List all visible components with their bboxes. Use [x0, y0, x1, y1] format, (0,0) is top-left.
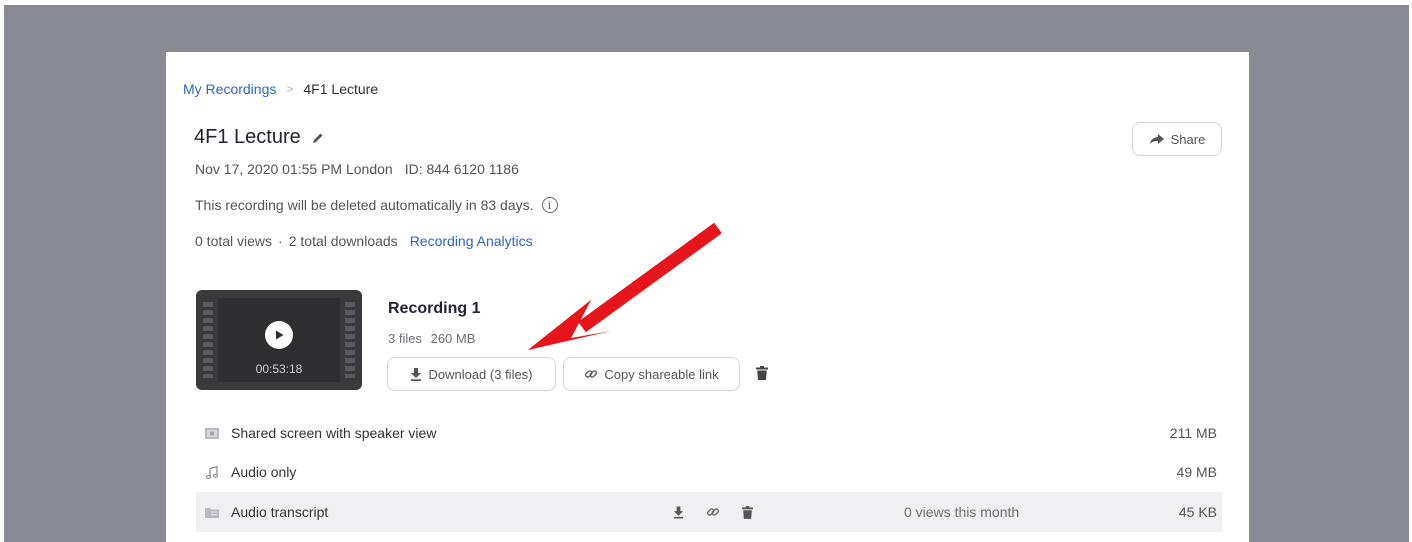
breadcrumb-current: 4F1 Lecture — [303, 81, 379, 97]
meeting-datetime: Nov 17, 2020 01:55 PM London — [195, 161, 393, 177]
file-size: 45 KB — [1178, 504, 1217, 520]
deletion-notice-text: This recording will be deleted automatic… — [195, 197, 534, 213]
trash-icon[interactable] — [756, 366, 768, 385]
breadcrumb: My Recordings > 4F1 Lecture — [183, 81, 378, 97]
breadcrumb-my-recordings[interactable]: My Recordings — [183, 81, 276, 97]
file-name: Audio transcript — [231, 504, 329, 520]
link-icon[interactable] — [706, 505, 720, 519]
link-icon — [585, 370, 598, 378]
total-downloads: 2 total downloads — [288, 233, 398, 249]
file-name: Shared screen with speaker view — [231, 425, 437, 441]
recording-file-count: 3 files — [388, 331, 422, 346]
file-views: 0 views this month — [904, 504, 1020, 520]
download-icon[interactable] — [673, 506, 684, 519]
recording-stats: 0 total views · 2 total downloads Record… — [195, 233, 533, 249]
file-row-audio-only[interactable]: Audio only 49 MB — [196, 452, 1222, 492]
share-button-label: Share — [1170, 131, 1206, 147]
screenshot-frame: My Recordings > 4F1 Lecture 4F1 Lecture … — [4, 5, 1409, 542]
copy-link-label: Copy shareable link — [604, 366, 719, 382]
meeting-id: ID: 844 6120 1186 — [404, 161, 519, 177]
breadcrumb-separator: > — [286, 82, 294, 96]
download-icon — [411, 367, 422, 381]
share-button[interactable]: Share — [1132, 122, 1222, 156]
recording-summary: 3 files 260 MB — [388, 331, 475, 346]
title-row: 4F1 Lecture — [194, 126, 325, 149]
meeting-meta: Nov 17, 2020 01:55 PM London ID: 844 612… — [195, 161, 519, 177]
recording-duration: 00:53:18 — [255, 362, 303, 376]
video-file-icon — [205, 427, 219, 439]
file-size: 49 MB — [1176, 464, 1217, 480]
copy-shareable-link-button[interactable]: Copy shareable link — [563, 357, 740, 391]
download-button[interactable]: Download (3 files) — [387, 357, 556, 391]
recording-detail-panel: My Recordings > 4F1 Lecture 4F1 Lecture … — [166, 52, 1249, 542]
info-icon[interactable]: i — [541, 197, 558, 213]
file-row-audio-transcript[interactable]: Audio transcript 0 views this month 45 K… — [196, 492, 1222, 532]
page-title: 4F1 Lecture — [194, 126, 301, 148]
play-icon[interactable] — [265, 321, 293, 349]
file-row-shared-screen[interactable]: Shared screen with speaker view 211 MB — [196, 413, 1222, 453]
file-actions — [673, 505, 753, 519]
deletion-notice: This recording will be deleted automatic… — [195, 197, 558, 213]
download-button-label: Download (3 files) — [428, 366, 533, 382]
pencil-icon[interactable] — [311, 131, 325, 145]
share-arrow-icon — [1149, 134, 1164, 144]
recording-analytics-link[interactable]: Recording Analytics — [410, 233, 533, 249]
recording-title: Recording 1 — [388, 300, 481, 317]
recording-total-size: 260 MB — [430, 331, 476, 346]
transcript-file-icon — [205, 507, 219, 518]
stats-separator: · — [278, 233, 283, 249]
total-views: 0 total views — [195, 233, 273, 249]
recording-thumbnail[interactable]: 00:53:18 — [196, 290, 362, 390]
file-name: Audio only — [231, 464, 297, 480]
trash-icon[interactable] — [742, 505, 753, 519]
music-note-icon — [205, 465, 219, 479]
file-size: 211 MB — [1169, 425, 1217, 441]
